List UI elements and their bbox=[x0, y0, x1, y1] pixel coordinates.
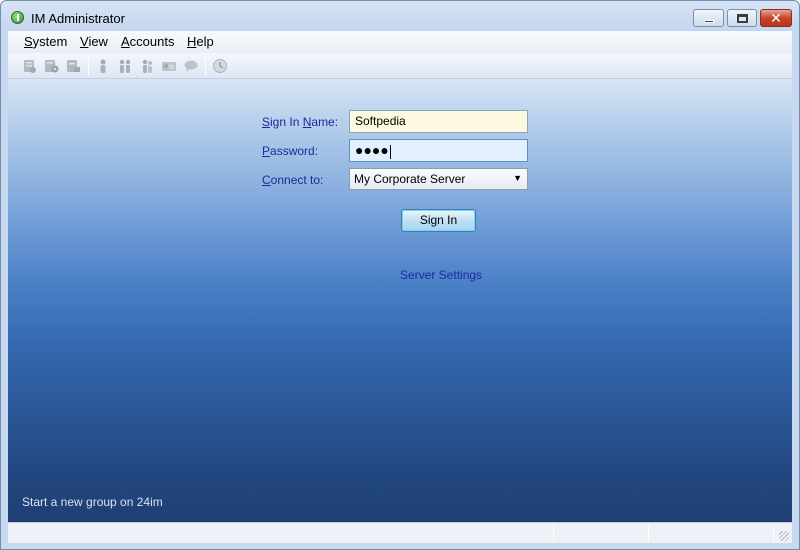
server-settings-link[interactable]: Server Settings bbox=[400, 268, 482, 282]
users-icon[interactable] bbox=[117, 58, 133, 74]
sign-in-button[interactable]: Sign In bbox=[401, 209, 476, 232]
app-icon bbox=[11, 11, 24, 24]
maximize-button[interactable] bbox=[727, 9, 757, 27]
menu-system[interactable]: System bbox=[24, 34, 67, 49]
status-bar bbox=[8, 522, 792, 543]
menu-view[interactable]: View bbox=[80, 34, 108, 49]
menu-help[interactable]: Help bbox=[187, 34, 214, 49]
close-icon: ✕ bbox=[770, 10, 782, 26]
new-group-link[interactable]: Start a new group on 24im bbox=[22, 495, 163, 509]
minimize-icon bbox=[704, 20, 714, 23]
server-settings-icon[interactable] bbox=[43, 58, 59, 74]
password-label: Password: bbox=[262, 144, 319, 158]
group-icon[interactable] bbox=[139, 58, 155, 74]
user-icon[interactable] bbox=[95, 58, 111, 74]
status-separator bbox=[553, 525, 554, 541]
close-button[interactable]: ✕ bbox=[760, 9, 792, 27]
contact-card-icon[interactable] bbox=[161, 58, 177, 74]
text-caret bbox=[389, 144, 391, 159]
title-bar[interactable]: IM Administrator ✕ bbox=[1, 1, 799, 31]
connect-to-dropdown[interactable]: My Corporate Server ▼ bbox=[349, 168, 528, 190]
signin-name-label: Sign In Name: bbox=[262, 115, 339, 129]
dropdown-arrow-icon[interactable]: ▼ bbox=[513, 173, 522, 183]
menu-bar: System View Accounts Help bbox=[8, 31, 792, 53]
maximize-icon bbox=[737, 14, 748, 23]
status-separator bbox=[648, 525, 649, 541]
minimize-button[interactable] bbox=[693, 9, 724, 27]
menu-accounts[interactable]: Accounts bbox=[121, 34, 174, 49]
history-icon[interactable] bbox=[212, 58, 228, 74]
toolbar-separator bbox=[88, 57, 89, 75]
toolbar bbox=[8, 53, 792, 79]
toolbar-separator bbox=[205, 57, 206, 75]
server-icon[interactable] bbox=[21, 58, 37, 74]
chat-icon[interactable] bbox=[183, 58, 199, 74]
connect-to-label: Connect to: bbox=[262, 173, 324, 187]
resize-grip-icon[interactable] bbox=[779, 531, 789, 541]
app-window: IM Administrator ✕ System View Accounts … bbox=[0, 0, 800, 550]
status-separator bbox=[773, 525, 774, 541]
main-panel: Sign In Name: Softpedia Password: ●●●● C… bbox=[8, 79, 792, 522]
window-title: IM Administrator bbox=[31, 11, 125, 26]
server-list-icon[interactable] bbox=[65, 58, 81, 74]
signin-name-input[interactable]: Softpedia bbox=[349, 110, 528, 133]
password-input[interactable]: ●●●● bbox=[349, 139, 528, 162]
